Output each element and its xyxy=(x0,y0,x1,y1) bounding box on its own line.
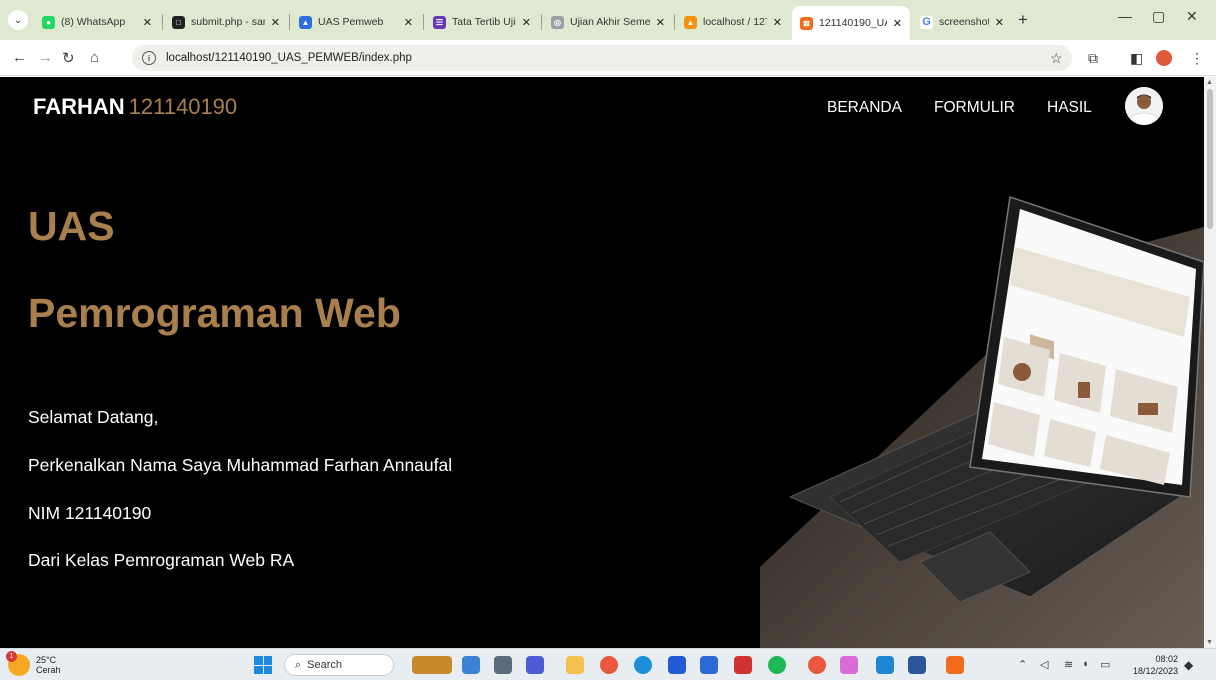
class-text: Dari Kelas Pemrograman Web RA xyxy=(28,550,295,570)
search-icon: ⌕ xyxy=(295,658,302,671)
profile-avatar-icon[interactable] xyxy=(1156,50,1172,66)
tab-tata-tertib[interactable]: ☰ Tata Tertib Ujian ✕ xyxy=(425,8,539,36)
widget-art-icon[interactable] xyxy=(412,656,452,674)
windows-taskbar: 1 25°C Cerah ⌕ Search ⌃ ◁ ≋ ◖ ▭ 08:02 18… xyxy=(0,648,1216,680)
nav-beranda[interactable]: BERANDA xyxy=(827,99,902,117)
scroll-down-icon[interactable]: ▼ xyxy=(1206,639,1213,646)
taskbar-search[interactable]: ⌕ Search xyxy=(284,654,394,676)
google-icon: G xyxy=(920,15,933,29)
nav-hasil[interactable]: HASIL xyxy=(1047,99,1092,117)
tab-ujian-akhir[interactable]: ◎ Ujian Akhir Seme ✕ xyxy=(543,8,673,36)
close-tab-icon[interactable]: ✕ xyxy=(893,17,902,30)
minimize-icon[interactable]: — xyxy=(1118,8,1132,24)
weather-widget[interactable]: 1 25°C Cerah xyxy=(6,651,61,676)
intro-text: Perkenalkan Nama Saya Muhammad Farhan An… xyxy=(28,455,453,475)
page-scrollbar[interactable]: ▲ ▼ xyxy=(1204,77,1216,648)
page-viewport: FARHAN 121140190 BERANDA FORMULIR HASIL U… xyxy=(0,77,1204,648)
browser-tab-strip: ⌄ ● (8) WhatsApp ✕ □ submit.php - sar ✕ … xyxy=(0,0,1216,40)
tab-active-uas[interactable]: ⊠ 121140190_UAS ✕ xyxy=(792,6,910,40)
new-tab-button[interactable]: + xyxy=(1018,10,1028,30)
spotify-icon[interactable] xyxy=(768,656,786,674)
notification-icon[interactable]: ◆ xyxy=(1184,658,1193,672)
close-tab-icon[interactable]: ✕ xyxy=(656,16,665,29)
weather-condition: Cerah xyxy=(36,665,61,675)
tab-uas-pemweb[interactable]: ▲ UAS Pemweb ✕ xyxy=(291,8,421,36)
scroll-up-icon[interactable]: ▲ xyxy=(1206,79,1213,86)
weather-temperature: 25°C xyxy=(36,655,57,665)
tab-whatsapp[interactable]: ● (8) WhatsApp ✕ xyxy=(34,8,160,36)
tab-search-button[interactable]: ⌄ xyxy=(8,10,28,30)
globe-icon: ◎ xyxy=(551,15,564,29)
close-tab-icon[interactable]: ✕ xyxy=(404,16,413,29)
brand-name: FARHAN xyxy=(33,94,125,119)
chrome-profile-icon[interactable] xyxy=(808,656,826,674)
url-text: localhost/121140190_UAS_PEMWEB/index.php xyxy=(166,52,412,64)
chrome-icon[interactable] xyxy=(600,656,618,674)
edge-icon[interactable] xyxy=(634,656,652,674)
hero-title-line1: UAS xyxy=(28,203,115,249)
laptop-image xyxy=(760,196,1204,648)
close-tab-icon[interactable]: ✕ xyxy=(522,16,531,29)
brand-nim: 121140190 xyxy=(128,94,238,119)
volume-icon[interactable]: ◖ xyxy=(1082,658,1089,670)
task-view-icon[interactable] xyxy=(494,656,512,674)
close-window-icon[interactable]: ✕ xyxy=(1186,8,1198,25)
bookmark-star-icon[interactable]: ☆ xyxy=(1050,50,1063,67)
home-icon[interactable]: ⌂ xyxy=(90,49,99,66)
address-toolbar: ← → ↻ ⌂ i localhost/121140190_UAS_PEMWEB… xyxy=(0,40,1216,76)
phpmyadmin-icon: ▲ xyxy=(684,15,697,29)
tray-chevron-icon[interactable]: ⌃ xyxy=(1018,658,1027,671)
word-icon[interactable] xyxy=(908,656,926,674)
close-tab-icon[interactable]: ✕ xyxy=(995,16,1004,29)
xampp-taskbar-icon[interactable] xyxy=(946,656,964,674)
site-info-icon[interactable]: i xyxy=(142,51,156,65)
clock-date: 18/12/2023 xyxy=(1132,666,1178,676)
nim-text: NIM 121140190 xyxy=(28,503,152,523)
search-label: Search xyxy=(307,659,343,671)
clock-time: 08:02 xyxy=(1155,654,1178,664)
xampp-icon: ⊠ xyxy=(800,16,813,30)
file-explorer-icon[interactable] xyxy=(566,656,584,674)
close-tab-icon[interactable]: ✕ xyxy=(271,16,280,29)
form-icon: ☰ xyxy=(433,15,446,29)
side-panel-icon[interactable]: ◧ xyxy=(1130,50,1143,67)
site-brand[interactable]: FARHAN 121140190 xyxy=(33,94,237,120)
tab-phpmyadmin[interactable]: ▲ localhost / 127.0 ✕ xyxy=(676,8,790,36)
wifi-icon[interactable]: ≋ xyxy=(1064,658,1073,671)
close-tab-icon[interactable]: ✕ xyxy=(143,16,152,29)
app-l-icon[interactable] xyxy=(668,656,686,674)
teams-icon[interactable] xyxy=(526,656,544,674)
tab-google-search[interactable]: G screenshot - Goo ✕ xyxy=(912,8,1012,36)
mcafee-icon[interactable] xyxy=(734,656,752,674)
battery-icon[interactable]: ▭ xyxy=(1100,658,1110,671)
forward-icon[interactable]: → xyxy=(38,49,53,66)
menu-kebab-icon[interactable]: ⋮ xyxy=(1190,50,1204,67)
tab-submit[interactable]: □ submit.php - sar ✕ xyxy=(164,8,288,36)
url-field[interactable]: i localhost/121140190_UAS_PEMWEB/index.p… xyxy=(132,45,1072,71)
whatsapp-icon: ● xyxy=(42,15,55,29)
nav-formulir[interactable]: FORMULIR xyxy=(934,99,1015,117)
close-tab-icon[interactable]: ✕ xyxy=(773,16,782,29)
back-icon[interactable]: ← xyxy=(12,49,27,66)
store-icon[interactable] xyxy=(700,656,718,674)
people-app-icon[interactable] xyxy=(462,656,480,674)
system-clock[interactable]: 08:02 18/12/2023 xyxy=(1128,653,1178,677)
reload-icon[interactable]: ↻ xyxy=(62,49,75,67)
weather-sun-icon: 1 xyxy=(6,651,30,676)
extensions-icon[interactable]: ⧉ xyxy=(1088,50,1098,67)
page-icon: □ xyxy=(172,15,185,29)
scrollbar-thumb[interactable] xyxy=(1207,89,1213,229)
start-button[interactable] xyxy=(254,656,272,674)
classroom-icon: ▲ xyxy=(299,15,312,29)
vscode-icon[interactable] xyxy=(876,656,894,674)
figma-icon[interactable] xyxy=(840,656,858,674)
location-icon[interactable]: ◁ xyxy=(1040,658,1048,671)
profile-avatar[interactable] xyxy=(1125,87,1163,125)
restore-icon[interactable]: ▢ xyxy=(1152,8,1165,25)
weather-badge: 1 xyxy=(6,651,17,662)
greeting-text: Selamat Datang, xyxy=(28,407,159,427)
hero-title-line2: Pemrograman Web xyxy=(28,290,401,336)
